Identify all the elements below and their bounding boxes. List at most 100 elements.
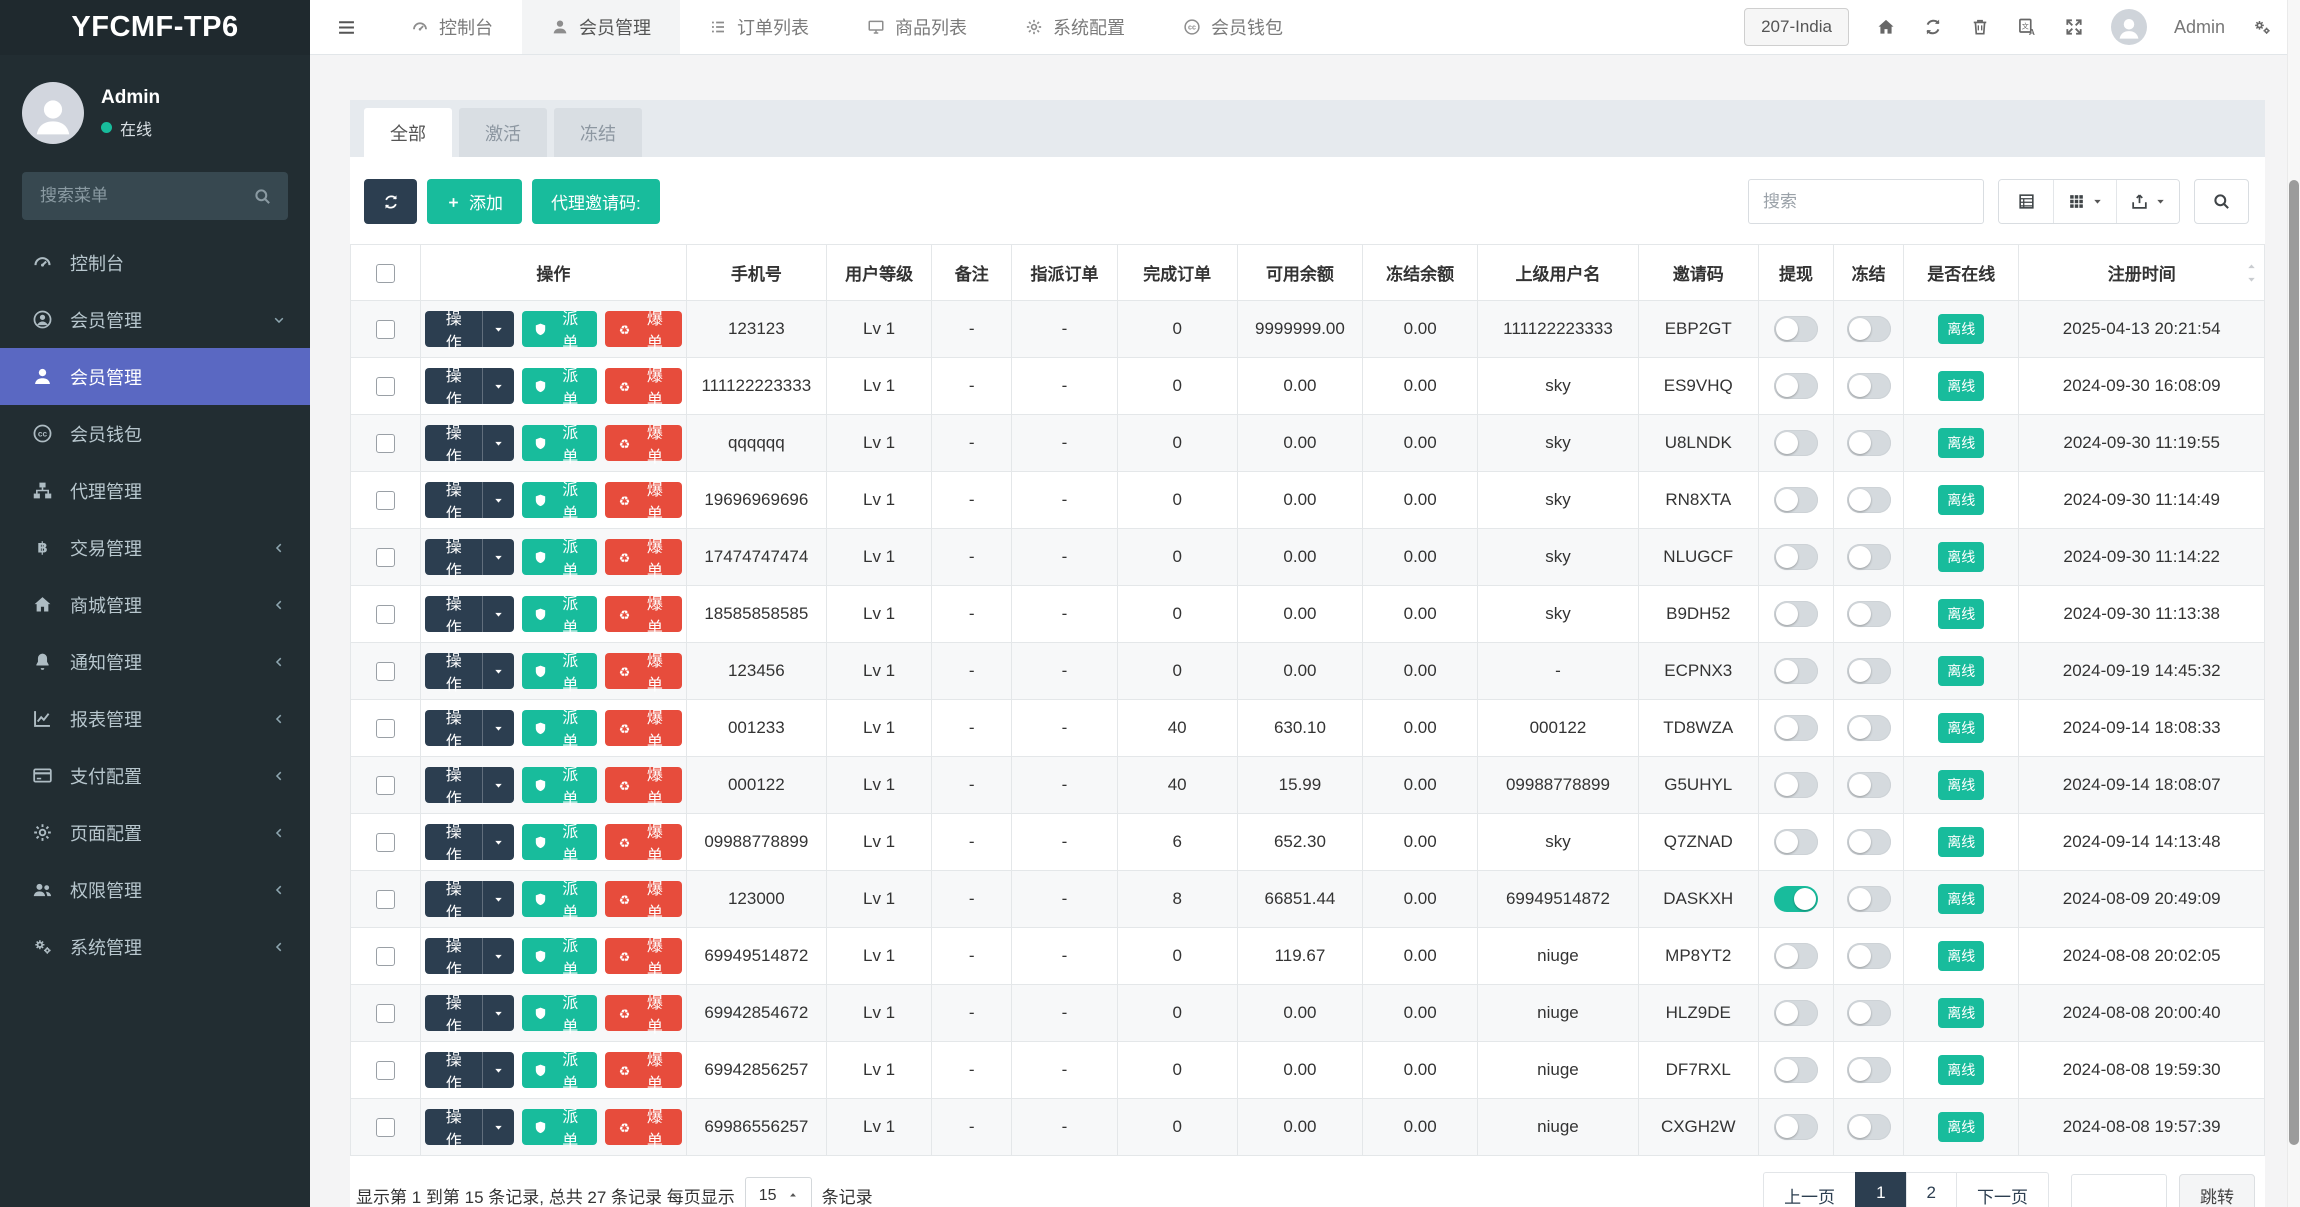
row-burst-button[interactable]: ♻爆单 [605,653,682,689]
row-checkbox[interactable] [376,833,395,852]
pagination-next[interactable]: 下一页 [1956,1172,2049,1207]
sidebar-item-page-config[interactable]: 页面配置 [0,804,310,861]
row-dispatch-button[interactable]: 派单 [522,995,597,1031]
row-burst-button[interactable]: ♻爆单 [605,596,682,632]
row-action-dropdown[interactable]: 操作 [425,1109,514,1145]
row-burst-button[interactable]: ♻爆单 [605,881,682,917]
withdraw-toggle[interactable] [1774,829,1818,855]
sidebar-search-input[interactable] [38,185,243,207]
row-burst-button[interactable]: ♻爆单 [605,482,682,518]
freeze-toggle[interactable] [1847,772,1891,798]
withdraw-toggle[interactable] [1774,1114,1818,1140]
freeze-toggle[interactable] [1847,1057,1891,1083]
agent-invite-code-button[interactable]: 代理邀请码: [532,179,660,224]
row-action-dropdown[interactable]: 操作 [425,368,514,404]
row-dispatch-button[interactable]: 派单 [522,482,597,518]
row-checkbox[interactable] [376,491,395,510]
row-action-dropdown[interactable]: 操作 [425,767,514,803]
freeze-toggle[interactable] [1847,487,1891,513]
sidebar-item-notice-management[interactable]: 通知管理 [0,633,310,690]
row-action-dropdown[interactable]: 操作 [425,710,514,746]
region-button[interactable]: 207-India [1744,8,1849,46]
tab-all[interactable]: 全部 [364,108,452,157]
vertical-scrollbar[interactable] [2287,0,2300,1207]
topnav-translate-button[interactable]: 文A [2017,16,2037,39]
row-checkbox[interactable] [376,377,395,396]
scrollbar-thumb[interactable] [2289,180,2299,1145]
topnav-item-dashboard[interactable]: 控制台 [382,0,522,54]
sidebar-item-mall-management[interactable]: 商城管理 [0,576,310,633]
row-dispatch-button[interactable]: 派单 [522,710,597,746]
export-button[interactable] [2116,180,2179,223]
freeze-toggle[interactable] [1847,886,1891,912]
row-burst-button[interactable]: ♻爆单 [605,1052,682,1088]
withdraw-toggle[interactable] [1774,1057,1818,1083]
row-checkbox[interactable] [376,776,395,795]
admin-avatar[interactable] [2111,9,2147,45]
jump-page-input[interactable] [2071,1174,2167,1207]
topnav-item-member-management[interactable]: 会员管理 [522,0,680,54]
row-burst-button[interactable]: ♻爆单 [605,824,682,860]
search-icon[interactable] [253,187,272,206]
pagination-page-2[interactable]: 2 [1906,1172,1957,1207]
withdraw-toggle[interactable] [1774,943,1818,969]
row-burst-button[interactable]: ♻爆单 [605,425,682,461]
row-burst-button[interactable]: ♻爆单 [605,1109,682,1145]
withdraw-toggle[interactable] [1774,430,1818,456]
row-dispatch-button[interactable]: 派单 [522,539,597,575]
row-action-dropdown[interactable]: 操作 [425,653,514,689]
row-action-dropdown[interactable]: 操作 [425,539,514,575]
sidebar-item-member-management[interactable]: 会员管理 [0,291,310,348]
withdraw-toggle[interactable] [1774,316,1818,342]
row-action-dropdown[interactable]: 操作 [425,995,514,1031]
settings-button[interactable] [2252,16,2272,39]
withdraw-toggle[interactable] [1774,544,1818,570]
withdraw-toggle[interactable] [1774,658,1818,684]
row-burst-button[interactable]: ♻爆单 [605,539,682,575]
select-all-checkbox[interactable] [376,264,395,283]
row-burst-button[interactable]: ♻爆单 [605,995,682,1031]
row-checkbox[interactable] [376,719,395,738]
row-checkbox[interactable] [376,434,395,453]
row-dispatch-button[interactable]: 派单 [522,1052,597,1088]
column-header-13[interactable]: 注册时间 [2019,245,2265,301]
freeze-toggle[interactable] [1847,316,1891,342]
tab-activated[interactable]: 激活 [459,108,547,157]
row-dispatch-button[interactable]: 派单 [522,653,597,689]
topnav-trash-button[interactable] [1970,16,1990,39]
topnav-item-system-config[interactable]: 系统配置 [996,0,1154,54]
row-dispatch-button[interactable]: 派单 [522,824,597,860]
freeze-toggle[interactable] [1847,829,1891,855]
sidebar-item-system-management[interactable]: 系统管理 [0,918,310,975]
freeze-toggle[interactable] [1847,373,1891,399]
add-button[interactable]: 添加 [427,179,522,224]
row-action-dropdown[interactable]: 操作 [425,824,514,860]
search-submit-button[interactable] [2194,179,2249,224]
pagination-page-1[interactable]: 1 [1855,1172,1906,1207]
row-dispatch-button[interactable]: 派单 [522,1109,597,1145]
row-burst-button[interactable]: ♻爆单 [605,710,682,746]
row-checkbox[interactable] [376,947,395,966]
row-dispatch-button[interactable]: 派单 [522,938,597,974]
withdraw-toggle[interactable] [1774,886,1818,912]
row-burst-button[interactable]: ♻爆单 [605,311,682,347]
hamburger-menu-button[interactable] [310,0,382,54]
freeze-toggle[interactable] [1847,1114,1891,1140]
row-dispatch-button[interactable]: 派单 [522,767,597,803]
freeze-toggle[interactable] [1847,430,1891,456]
freeze-toggle[interactable] [1847,1000,1891,1026]
refresh-button[interactable] [364,179,417,224]
topnav-item-product-list[interactable]: 商品列表 [838,0,996,54]
freeze-toggle[interactable] [1847,715,1891,741]
row-action-dropdown[interactable]: 操作 [425,938,514,974]
toggle-view-button[interactable] [1999,180,2053,223]
row-dispatch-button[interactable]: 派单 [522,881,597,917]
row-action-dropdown[interactable]: 操作 [425,482,514,518]
topnav-item-member-wallet[interactable]: cc会员钱包 [1154,0,1312,54]
sidebar-item-payment-config[interactable]: 支付配置 [0,747,310,804]
row-checkbox[interactable] [376,1061,395,1080]
row-action-dropdown[interactable]: 操作 [425,881,514,917]
row-action-dropdown[interactable]: 操作 [425,311,514,347]
sidebar-item-member-wallet[interactable]: cc会员钱包 [0,405,310,462]
row-dispatch-button[interactable]: 派单 [522,368,597,404]
